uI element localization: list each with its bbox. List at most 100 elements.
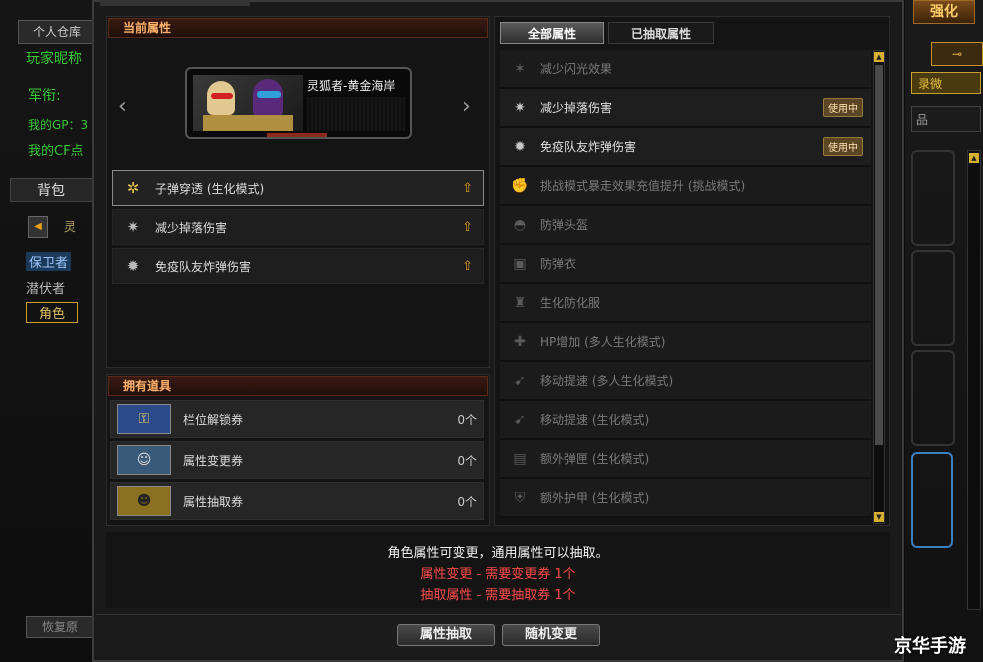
property-row[interactable]: ✷ 减少掉落伤害 使用中 (500, 89, 871, 128)
property-label: 防弹头盔 (540, 218, 589, 232)
bag-tab[interactable]: 背包 (10, 178, 96, 202)
owned-items-header: 拥有道具 (108, 376, 488, 396)
property-label: 额外护甲 (生化模式) (540, 491, 650, 505)
property-label: 移动提速 (多人生化模式) (540, 374, 674, 388)
attribute-label: 减少掉落伤害 (155, 220, 228, 235)
prev-character-arrow-icon[interactable]: ‹ (118, 94, 127, 119)
enhance-button[interactable]: 强化 (913, 0, 975, 24)
slot-frame (911, 250, 955, 346)
character-name-texture (307, 97, 405, 131)
attribute-extract-ticket-icon: ☻ (117, 486, 171, 516)
extra-armor-icon: ⛨ (514, 489, 526, 506)
current-attributes-header: 当前属性 (108, 18, 488, 38)
property-row[interactable]: ◓ 防弹头盔 (500, 206, 871, 245)
property-row[interactable]: ▣ 防弹衣 (500, 245, 871, 284)
attribute-label: 免疫队友炸弹伤害 (155, 259, 252, 274)
tab-all-attributes[interactable]: 全部属性 (500, 22, 604, 44)
rage-charge-icon: ✊ (511, 177, 529, 194)
property-row[interactable]: ➹ 移动提速 (生化模式) (500, 401, 871, 440)
rank-label: 军衔: (28, 88, 61, 104)
background-right-panel: 强化 ⊸ 录微 品 ▲ (905, 0, 983, 662)
bag-prev-arrow-icon[interactable]: ◀ (28, 216, 48, 238)
item-count: 0个 (457, 494, 477, 509)
attribute-row[interactable]: ✲ 子弹穿透 (生化模式) ⇧ (112, 170, 484, 206)
attribute-list: ✲ 子弹穿透 (生化模式) ⇧ ✷ 减少掉落伤害 ⇧ ✹ 免疫队友炸弹伤害 ⇧ (112, 170, 484, 284)
item-label: 属性抽取券 (183, 494, 244, 509)
character-portrait-purple (253, 79, 283, 117)
attribute-list-scrollbar[interactable]: ▲ ▼ (873, 50, 885, 524)
attribute-change-ticket-icon: ☺ (117, 445, 171, 475)
character-name: 灵狐者-黄金海岸 (307, 79, 396, 93)
body-armor-icon: ▣ (513, 255, 527, 272)
watermark-text: 京华手游 (894, 636, 966, 657)
tab-extracted-attributes[interactable]: 已抽取属性 (608, 22, 714, 44)
info-line-extract: 抽取属性 - 需要抽取券 1个 (420, 588, 576, 603)
side-item-defender[interactable]: 保卫者 (26, 252, 72, 271)
player-nickname-label: 玩家昵称 (26, 51, 82, 67)
in-use-badge: 使用中 (823, 98, 863, 117)
property-row[interactable]: ▤ 额外弹匣 (生化模式) (500, 440, 871, 479)
dialog-footer (96, 614, 902, 655)
upgrade-arrow-icon[interactable]: ⇧ (462, 181, 473, 196)
property-row[interactable]: ♜ 生化防化服 (500, 284, 871, 323)
owned-items-list: ⚿ 栏位解锁券 0个 ☺ 属性变更券 0个 ☻ 属性抽取券 0个 (110, 400, 484, 520)
right-scrollbar[interactable]: ▲ (967, 150, 981, 610)
fall-damage-icon: ✷ (514, 99, 526, 116)
bullet-pierce-icon: ✲ (126, 179, 140, 197)
item-tab[interactable]: 品 (911, 106, 981, 132)
property-row[interactable]: ➹ 移动提速 (多人生化模式) (500, 362, 871, 401)
gp-label: 我的GP：3 (28, 118, 89, 132)
side-item-character[interactable]: 角色 (26, 302, 79, 323)
hp-boost-icon: ✚ (514, 333, 526, 350)
character-card-accent (267, 133, 327, 137)
random-change-button[interactable]: 随机变更 (502, 624, 600, 646)
scroll-up-icon[interactable]: ▲ (969, 153, 979, 163)
upgrade-arrow-icon[interactable]: ⇧ (462, 220, 473, 235)
property-row[interactable]: ✊ 挑战模式暴走效果充值提升 (挑战模式) (500, 167, 871, 206)
property-label: HP增加 (多人生化模式) (540, 335, 666, 349)
cf-points-label: 我的CF点 (28, 144, 84, 159)
background-left-panel: 个人仓库 玩家昵称 军衔: 我的GP：3 我的CF点 背包 ◀ 灵 保卫者 潜伏… (0, 0, 100, 662)
property-label: 减少闪光效果 (540, 62, 613, 76)
extract-attribute-button[interactable]: 属性抽取 (397, 624, 495, 646)
property-label: 生化防化服 (540, 296, 601, 310)
attribute-label: 子弹穿透 (生化模式) (155, 181, 265, 196)
bag-item-label: 灵 (64, 220, 77, 234)
item-row[interactable]: ⚿ 栏位解锁券 0个 (110, 400, 484, 438)
attribute-row[interactable]: ✷ 减少掉落伤害 ⇧ (112, 209, 484, 245)
property-label: 免疫队友炸弹伤害 (540, 140, 637, 154)
property-label: 防弹衣 (540, 257, 577, 271)
info-panel: 角色属性可变更，通用属性可以抽取。 属性变更 - 需要变更券 1个 抽取属性 -… (106, 532, 890, 608)
info-line-main: 角色属性可变更，通用属性可以抽取。 (387, 546, 609, 561)
key-icon[interactable]: ⊸ (931, 42, 983, 66)
item-label: 栏位解锁券 (183, 412, 244, 427)
property-row[interactable]: ⛨ 额外护甲 (生化模式) (500, 479, 871, 518)
scroll-up-icon[interactable]: ▲ (874, 52, 884, 62)
item-row[interactable]: ☻ 属性抽取券 0个 (110, 482, 484, 520)
attribute-row[interactable]: ✹ 免疫队友炸弹伤害 ⇧ (112, 248, 484, 284)
dialog-title-bar (100, 0, 250, 6)
property-row[interactable]: ✹ 免疫队友炸弹伤害 使用中 (500, 128, 871, 167)
property-label: 移动提速 (生化模式) (540, 413, 650, 427)
property-row[interactable]: ✶ 减少闪光效果 (500, 50, 871, 89)
upgrade-arrow-icon[interactable]: ⇧ (462, 259, 473, 274)
property-row[interactable]: ✚ HP增加 (多人生化模式) (500, 323, 871, 362)
hazmat-suit-icon: ♜ (513, 294, 527, 311)
scroll-down-icon[interactable]: ▼ (874, 512, 884, 522)
grenade-immunity-icon: ✹ (514, 138, 526, 155)
character-card[interactable]: 灵狐者-黄金海岸 (185, 67, 412, 139)
item-row[interactable]: ☺ 属性变更券 0个 (110, 441, 484, 479)
property-label: 减少掉落伤害 (540, 101, 613, 115)
attribute-catalogue-list: ✶ 减少闪光效果 ✷ 减少掉落伤害 使用中 ✹ 免疫队友炸弹伤害 使用中 ✊ 挑战模式暴走效… (500, 50, 871, 518)
scroll-thumb[interactable] (875, 65, 883, 445)
restore-button[interactable]: 恢复原 (26, 616, 94, 638)
selected-slot-frame (911, 452, 953, 548)
property-label: 额外弹匣 (生化模式) (540, 452, 650, 466)
sunglasses-icon (211, 93, 233, 99)
record-label: 录微 (911, 72, 981, 94)
personal-storage-tab[interactable]: 个人仓库 (18, 20, 96, 44)
next-character-arrow-icon[interactable]: › (462, 94, 471, 119)
property-label: 挑战模式暴走效果充值提升 (挑战模式) (540, 179, 746, 193)
fall-damage-icon: ✷ (126, 218, 140, 236)
side-item-infiltrator[interactable]: 潜伏者 (26, 278, 65, 297)
